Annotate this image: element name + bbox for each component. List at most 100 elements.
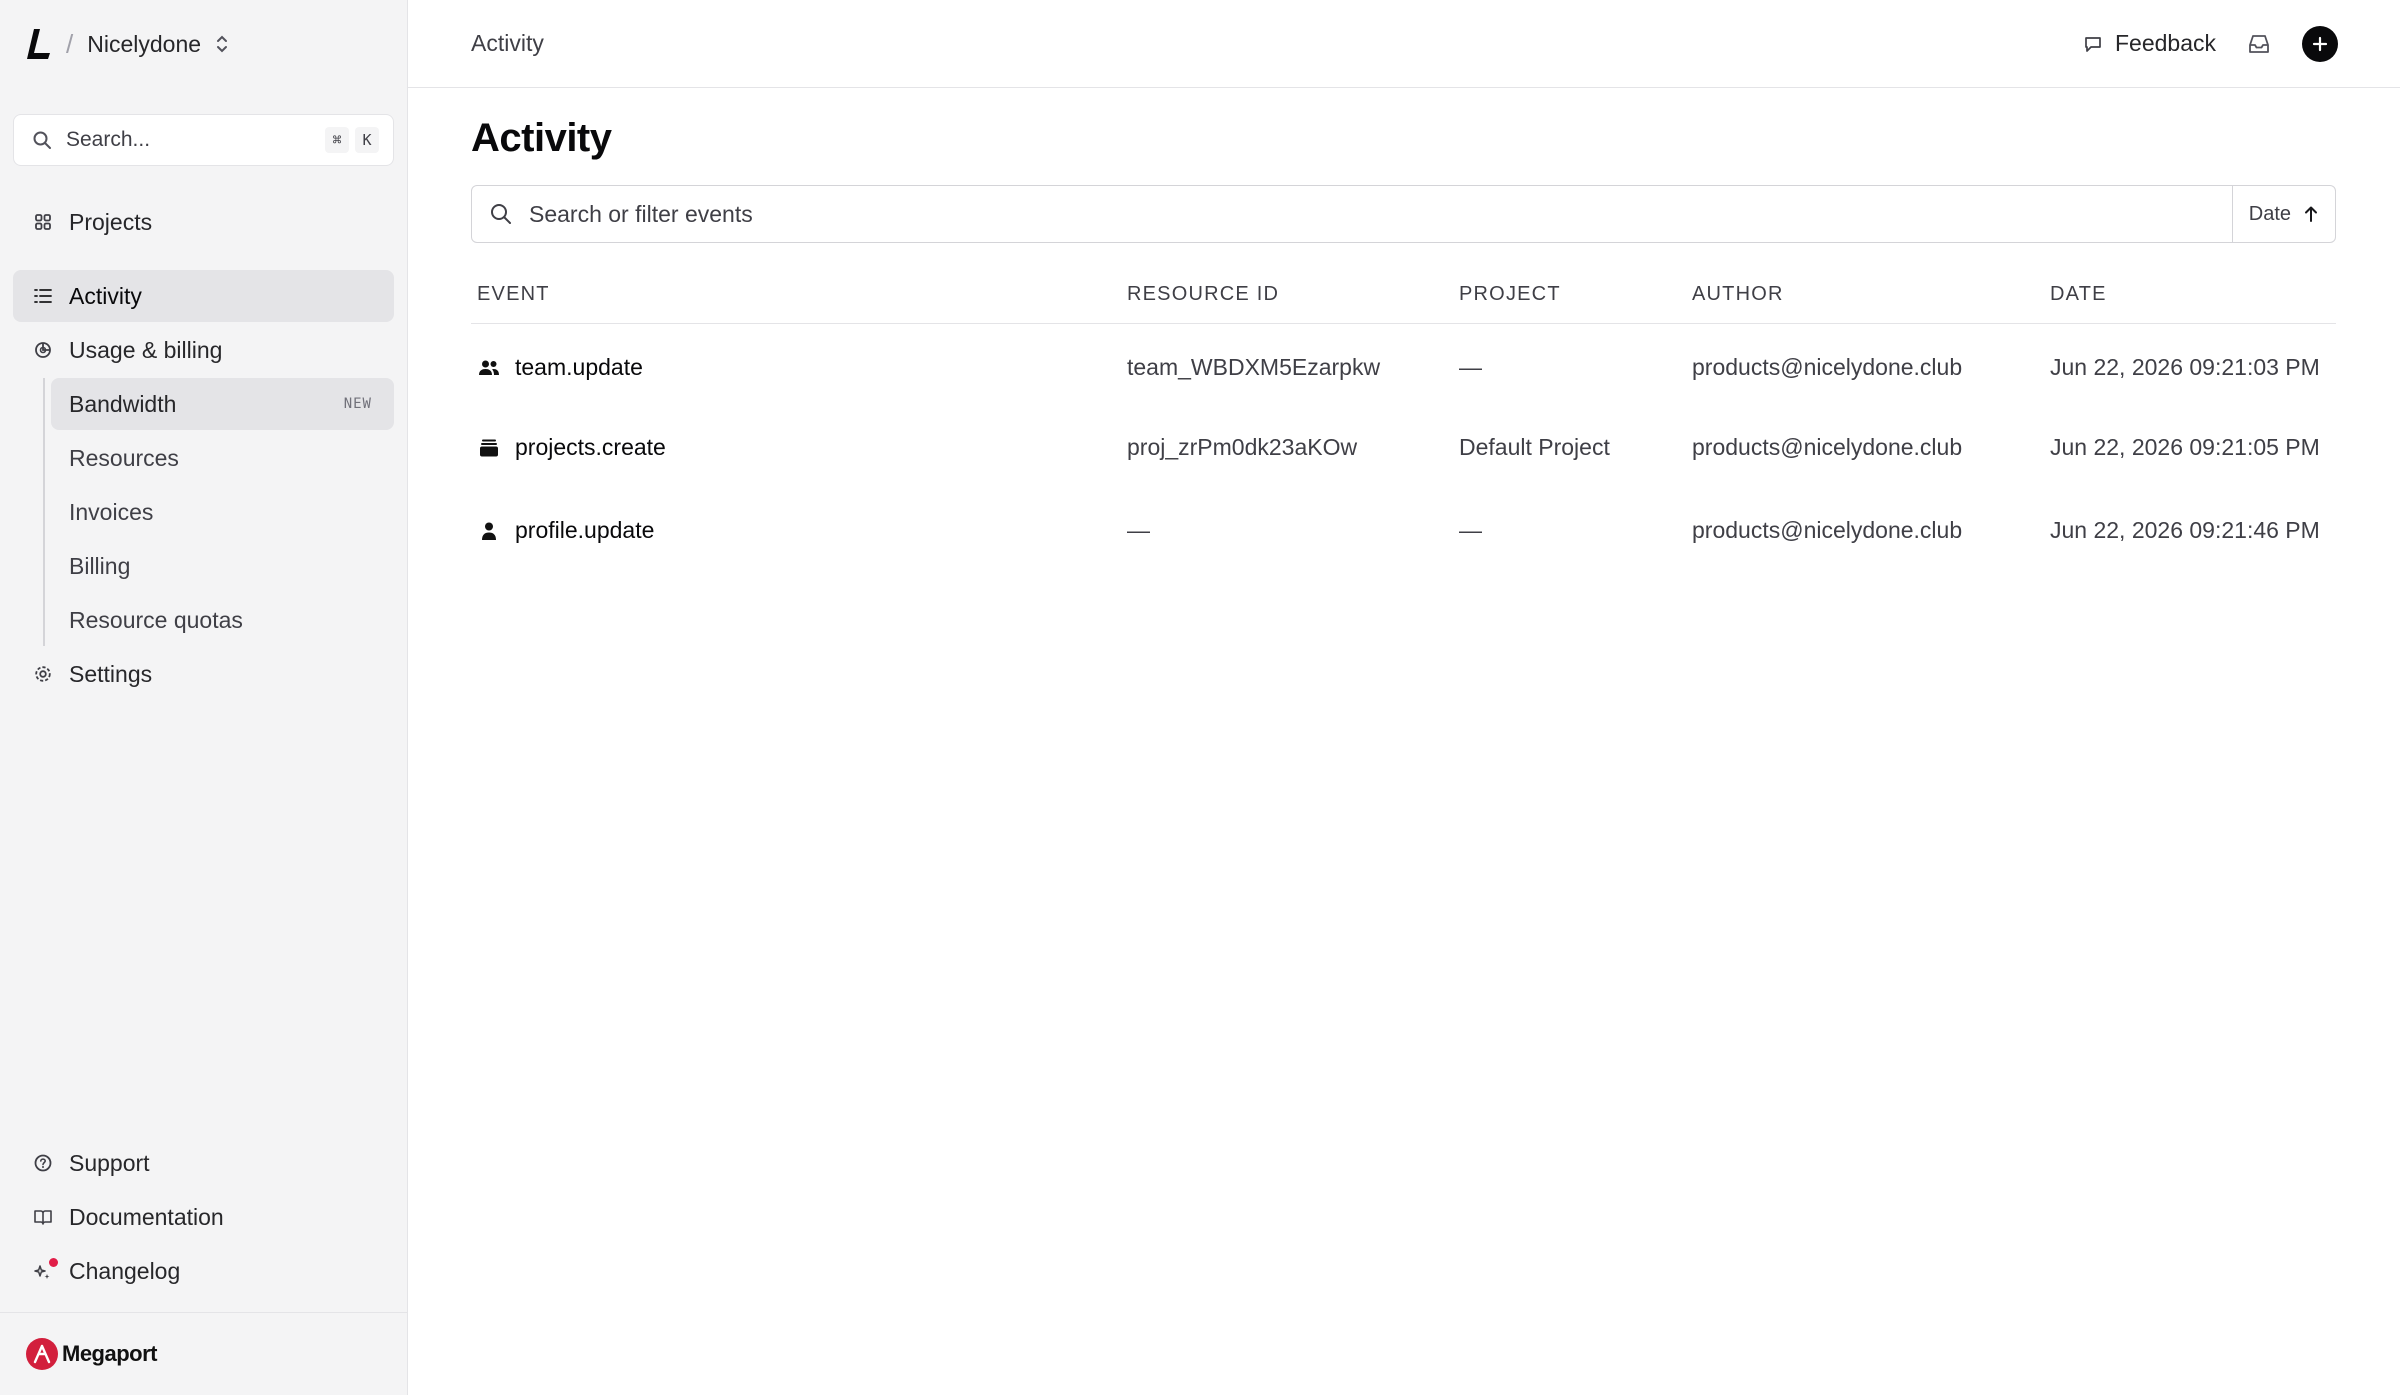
sidebar-subitem-resources[interactable]: Resources bbox=[51, 432, 394, 484]
sidebar-subitem-bandwidth[interactable]: Bandwidth NEW bbox=[51, 378, 394, 430]
sidebar-search-placeholder: Search... bbox=[66, 128, 151, 151]
message-icon bbox=[2083, 34, 2103, 54]
sidebar-subitem-invoices[interactable]: Invoices bbox=[51, 486, 394, 538]
sidebar: / Nicelydone Search... ⌘ K Projects Acti… bbox=[0, 0, 408, 1395]
search-shortcut: ⌘ K bbox=[325, 127, 379, 153]
main-area: Activity Feedback Activity Search or fil… bbox=[408, 0, 2400, 1395]
table-row[interactable]: projects.create proj_zrPm0dk23aKOw Defau… bbox=[471, 406, 2336, 489]
sidebar-item-label: Usage & billing bbox=[69, 336, 223, 363]
usage-subnav: Bandwidth NEW Resources Invoices Billing… bbox=[43, 378, 394, 646]
event-name: projects.create bbox=[515, 434, 666, 460]
sidebar-item-changelog[interactable]: Changelog bbox=[13, 1245, 394, 1297]
brand-name: Megaport bbox=[62, 1341, 158, 1366]
book-icon bbox=[33, 1207, 53, 1227]
column-header-project[interactable]: PROJECT bbox=[1453, 267, 1686, 324]
workspace-name[interactable]: Nicelydone bbox=[87, 31, 201, 58]
sidebar-bottom-nav: Support Documentation Changelog bbox=[13, 1137, 394, 1299]
author-cell: products@nicelydone.club bbox=[1692, 354, 1963, 381]
sort-label: Date bbox=[2248, 202, 2291, 225]
brand-footer: Megaport bbox=[0, 1312, 407, 1395]
project-cell: Default Project bbox=[1459, 434, 1610, 460]
gear-icon bbox=[33, 664, 53, 684]
page-title: Activity bbox=[471, 116, 612, 160]
activity-table: EVENT RESOURCE ID PROJECT AUTHOR DATE te… bbox=[471, 267, 2336, 572]
sidebar-item-label: Documentation bbox=[69, 1203, 224, 1230]
app-logo-icon[interactable] bbox=[26, 27, 52, 61]
resource-id-cell: team_WBDXM5Ezarpkw bbox=[1127, 354, 1381, 381]
search-icon bbox=[32, 130, 52, 150]
breadcrumb[interactable]: Activity bbox=[471, 30, 544, 57]
event-cell: team.update bbox=[471, 323, 1121, 406]
sort-date-button[interactable]: Date bbox=[2231, 186, 2335, 242]
event-cell: profile.update bbox=[471, 489, 1121, 572]
top-bar: Activity Feedback bbox=[408, 0, 2400, 88]
stack-icon bbox=[477, 436, 501, 460]
sidebar-search[interactable]: Search... ⌘ K bbox=[13, 114, 394, 166]
date-cell: Jun 22, 2026 09:21:03 PM bbox=[2050, 354, 2320, 381]
create-button[interactable] bbox=[2302, 25, 2338, 62]
sidebar-item-projects[interactable]: Projects bbox=[13, 196, 394, 248]
filter-placeholder: Search or filter events bbox=[529, 200, 753, 227]
event-filter-input[interactable]: Search or filter events bbox=[472, 186, 2232, 242]
search-icon bbox=[489, 202, 513, 226]
shortcut-key: K bbox=[355, 127, 379, 153]
subitem-label: Resource quotas bbox=[69, 606, 243, 633]
sparkles-icon bbox=[33, 1258, 58, 1281]
subitem-label: Bandwidth bbox=[69, 390, 177, 417]
notification-dot bbox=[49, 1258, 58, 1267]
table-row[interactable]: profile.update — — products@nicelydone.c… bbox=[471, 489, 2336, 572]
plus-icon bbox=[2312, 36, 2328, 51]
feedback-button[interactable]: Feedback bbox=[2083, 30, 2216, 57]
subitem-label: Billing bbox=[69, 552, 131, 579]
author-cell: products@nicelydone.club bbox=[1692, 434, 1963, 460]
author-cell: products@nicelydone.club bbox=[1692, 517, 1963, 543]
sidebar-item-settings[interactable]: Settings bbox=[13, 648, 394, 700]
users-icon bbox=[477, 356, 501, 380]
date-cell: Jun 22, 2026 09:21:46 PM bbox=[2050, 517, 2320, 543]
column-header-author[interactable]: AUTHOR bbox=[1686, 267, 2044, 324]
column-header-date[interactable]: DATE bbox=[2044, 267, 2336, 324]
sidebar-item-label: Projects bbox=[69, 208, 153, 235]
activity-content: Activity Search or filter events Date EV… bbox=[408, 88, 2400, 572]
sidebar-nav: Projects Activity Usage & billing Bandwi… bbox=[0, 196, 407, 702]
resource-id-cell: proj_zrPm0dk23aKOw bbox=[1127, 434, 1358, 460]
column-header-resource-id[interactable]: RESOURCE ID bbox=[1121, 267, 1453, 324]
help-circle-icon bbox=[33, 1153, 53, 1173]
table-row[interactable]: team.update team_WBDXM5Ezarpkw — product… bbox=[471, 323, 2336, 406]
app-root: / Nicelydone Search... ⌘ K Projects Acti… bbox=[0, 0, 2400, 1395]
sidebar-item-label: Activity bbox=[69, 282, 142, 309]
table-header-row: EVENT RESOURCE ID PROJECT AUTHOR DATE bbox=[471, 267, 2336, 324]
sidebar-item-label: Support bbox=[69, 1149, 150, 1176]
project-cell: — bbox=[1459, 354, 1482, 381]
sidebar-subitem-billing[interactable]: Billing bbox=[51, 540, 394, 592]
column-header-event[interactable]: EVENT bbox=[471, 267, 1121, 324]
list-icon bbox=[33, 286, 53, 306]
event-name: profile.update bbox=[515, 517, 655, 543]
subitem-label: Resources bbox=[69, 444, 179, 471]
arrow-up-icon bbox=[2303, 205, 2319, 223]
sidebar-item-usage-billing[interactable]: Usage & billing bbox=[13, 324, 394, 376]
workspace-row: / Nicelydone bbox=[0, 0, 407, 88]
sidebar-item-label: Changelog bbox=[69, 1257, 181, 1284]
date-cell: Jun 22, 2026 09:21:05 PM bbox=[2050, 434, 2320, 460]
user-icon bbox=[477, 519, 501, 543]
new-badge: NEW bbox=[343, 396, 372, 412]
shortcut-mod-key: ⌘ bbox=[325, 127, 349, 153]
chevron-up-down-icon[interactable] bbox=[215, 33, 229, 55]
sidebar-item-activity[interactable]: Activity bbox=[13, 270, 394, 322]
sidebar-item-support[interactable]: Support bbox=[13, 1137, 394, 1189]
filter-bar: Search or filter events Date bbox=[471, 185, 2336, 243]
grid-icon bbox=[33, 212, 53, 232]
sidebar-subitem-resource-quotas[interactable]: Resource quotas bbox=[51, 594, 394, 646]
sidebar-item-documentation[interactable]: Documentation bbox=[13, 1191, 394, 1243]
event-cell: projects.create bbox=[471, 406, 1121, 489]
feedback-label: Feedback bbox=[2114, 30, 2216, 56]
sidebar-item-label: Settings bbox=[69, 660, 153, 687]
event-name: team.update bbox=[515, 354, 643, 381]
workspace-separator: / bbox=[66, 28, 74, 59]
inbox-icon[interactable] bbox=[2246, 31, 2272, 57]
subitem-label: Invoices bbox=[69, 498, 154, 525]
megaport-logo-icon bbox=[26, 1338, 58, 1370]
top-actions: Feedback bbox=[2083, 25, 2338, 62]
